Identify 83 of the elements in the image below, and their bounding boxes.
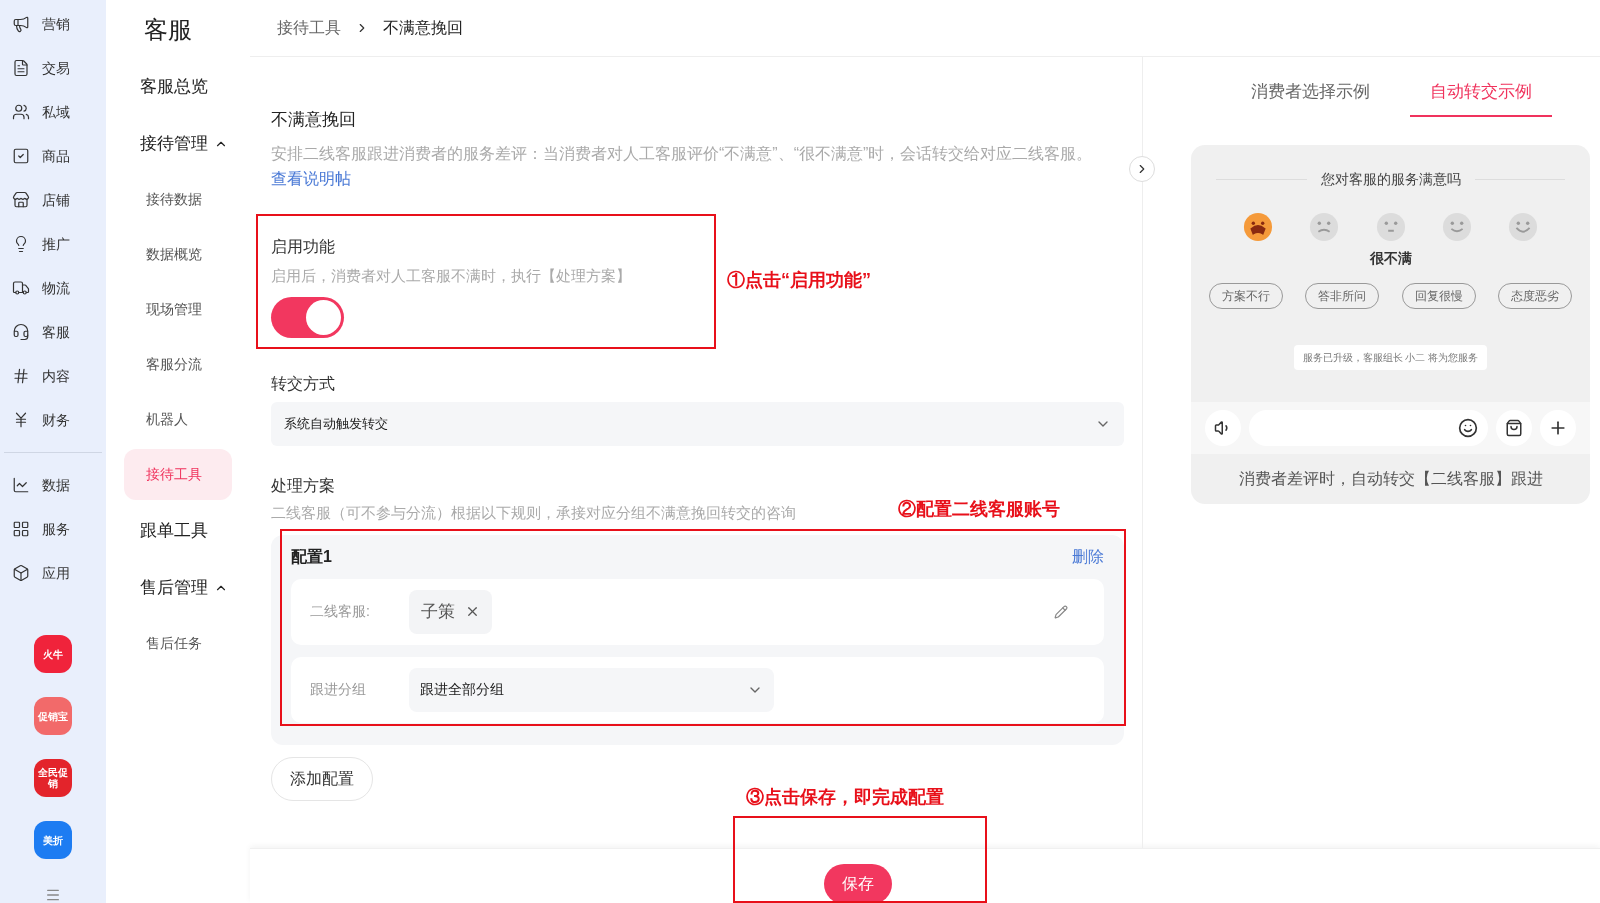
nav-icon [12,476,30,494]
toggle-switch[interactable] [271,297,344,338]
delete-link[interactable]: 删除 [1072,544,1104,569]
submenu-item[interactable]: 售后任务 [124,618,232,669]
nav-icon [12,15,30,33]
transfer-select[interactable]: 系统自动触发转交 [271,402,1124,446]
preview-caption: 消费者差评时，自动转交【二线客服】跟进 [1237,468,1544,489]
voice-button[interactable] [1205,409,1241,446]
emoji-icon[interactable] [1458,417,1478,438]
submenu-item[interactable]: 数据概览 [124,229,232,280]
expand-button[interactable] [1129,156,1155,182]
nav-item[interactable]: 服务 [0,507,106,551]
nav-item[interactable]: 推广 [0,222,106,266]
nav-item[interactable]: 私域 [0,90,106,134]
angry-face-icon[interactable] [1243,211,1273,242]
face-icon[interactable] [1375,211,1406,242]
nav-item[interactable]: 商品 [0,134,106,178]
field-label: 启用功能 [271,236,335,257]
nav-item[interactable]: 营销 [0,2,106,46]
edit-icon[interactable] [1054,604,1068,619]
annotation-text: ②配置二线客服账号 [898,498,1060,521]
shop-button[interactable] [1496,409,1532,446]
annotation-text: ①点击“启用功能” [727,269,871,292]
field-label: 处理方案 [271,476,336,496]
notice: 服务已升级，客服组长 小二 将为您服务 [1293,344,1488,370]
rating-label: 很不满 [1368,248,1413,268]
nav-item[interactable]: 应用 [0,551,106,595]
face-icon[interactable] [1309,211,1340,242]
nav-item[interactable]: 客服 [0,310,106,354]
submenu-item[interactable]: 客服分流 [124,339,232,390]
app-icon[interactable]: 火牛 [34,635,72,673]
nav-icon [12,367,30,385]
menu-group[interactable]: 售后管理 [128,559,228,616]
section-title: 客服 [143,15,193,45]
nav-icon [12,103,30,121]
message-input[interactable] [1249,409,1488,446]
help-link[interactable]: 查看说明帖 [271,169,351,187]
config-title: 配置1 [291,546,332,567]
menu-group[interactable]: 接待管理 [128,115,228,172]
nav-icon [12,59,30,77]
submenu-item[interactable]: 接待工具 [124,449,232,500]
annotation-text: ③点击保存，即完成配置 [746,786,944,809]
submenu-item[interactable]: 接待数据 [124,174,232,225]
field-hint: 二线客服（可不参与分流）根据以下规则，承接对应分组不满意挽回转交的咨询 [271,503,796,523]
nav-icon [12,520,30,538]
add-button[interactable] [1540,409,1576,446]
menu-item[interactable]: 客服总览 [128,58,228,115]
menu-icon[interactable] [45,887,61,903]
add-config-button[interactable]: 添加配置 [271,756,373,801]
nav-icon [12,564,30,582]
menu-item[interactable]: 跟单工具 [128,502,228,559]
breadcrumb-current: 不满意挽回 [383,18,463,38]
survey-question: 您对客服的服务满意吗 [1320,169,1461,189]
field-hint: 启用后，消费者对人工客服不满时，执行【处理方案】 [271,265,631,286]
submenu-item[interactable]: 现场管理 [124,284,232,335]
submenu-item[interactable]: 机器人 [124,394,232,445]
group-select[interactable]: 跟进全部分组 [409,667,774,712]
nav-icon [12,147,30,165]
face-icon[interactable] [1508,211,1538,242]
field-label: 转交方式 [271,374,335,394]
preview-tab[interactable]: 消费者选择示例 [1231,79,1390,117]
nav-icon [12,191,30,209]
breadcrumb-link[interactable]: 接待工具 [277,16,341,40]
save-button[interactable]: 保存 [824,863,892,903]
app-icon[interactable]: 美折 [34,821,72,859]
nav-item[interactable]: 物流 [0,266,106,310]
description: 安排二线客服跟进消费者的服务差评：当消费者对人工客服评价“不满意”、“很不满意”时，会话转交给对应二线客服。 查看说明帖 [271,143,1094,189]
nav-item[interactable]: 店铺 [0,178,106,222]
nav-item[interactable]: 交易 [0,46,106,90]
nav-icon [12,279,30,297]
field-label: 跟进分组 [310,680,367,699]
close-icon[interactable] [465,604,480,619]
preview-tab[interactable]: 自动转交示例 [1410,79,1552,117]
nav-item[interactable]: 内容 [0,354,106,398]
nav-icon [12,323,30,341]
nav-item[interactable]: 财务 [0,398,106,442]
app-icon[interactable]: 全民促销 [34,759,72,797]
bag-icon [1505,418,1523,437]
field-label: 二线客服: [310,602,371,621]
face-icon[interactable] [1441,211,1472,242]
agent-tag: 子策 [409,589,492,634]
page-title: 不满意挽回 [271,109,357,131]
nav-item[interactable]: 数据 [0,463,106,507]
